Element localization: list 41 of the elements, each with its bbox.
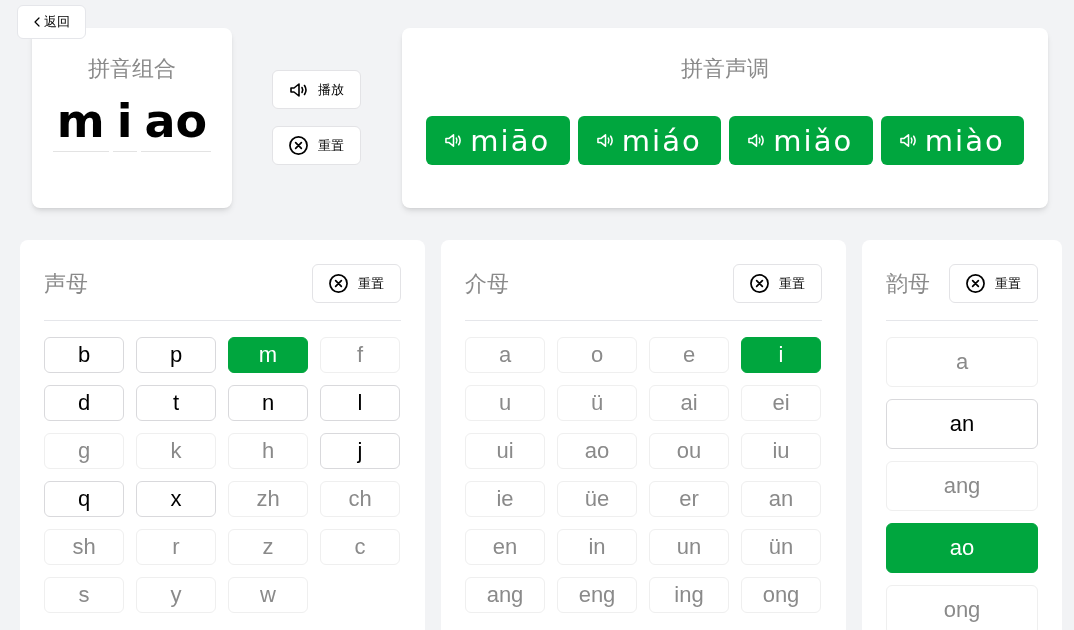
pinyin-segment: m [52, 95, 109, 152]
tone-button[interactable]: miáo [577, 116, 721, 165]
tone-button[interactable]: miào [880, 116, 1024, 165]
pinyin-segment: i [112, 95, 137, 152]
reset-button[interactable]: 重置 [312, 264, 401, 303]
close-circle-icon [329, 274, 348, 293]
pinyin-key[interactable]: m [228, 337, 308, 373]
reset-button[interactable]: 重置 [272, 126, 361, 165]
pinyin-key[interactable]: l [320, 385, 400, 421]
pinyin-segment: ao [140, 95, 212, 152]
card-title: 拼音组合 [88, 55, 176, 83]
pinyin-key[interactable]: an [886, 399, 1038, 449]
speaker-icon [445, 134, 463, 147]
pinyin-key[interactable]: i [741, 337, 821, 373]
pinyin-key[interactable]: b [44, 337, 124, 373]
speaker-icon [289, 82, 308, 97]
speaker-icon [899, 134, 917, 147]
pinyin-key[interactable]: p [136, 337, 216, 373]
pinyin-key[interactable]: t [136, 385, 216, 421]
close-circle-icon [966, 274, 985, 293]
pinyin-key[interactable]: j [320, 433, 400, 469]
panel-title: 声母 [44, 269, 88, 298]
pinyin-key[interactable]: ao [886, 523, 1038, 573]
chevron-left-icon [33, 17, 40, 27]
close-circle-icon [289, 136, 308, 155]
speaker-icon [596, 134, 614, 147]
panel-title: 介母 [465, 269, 509, 298]
pinyin-key[interactable]: x [136, 481, 216, 517]
back-button[interactable]: 返回 [17, 5, 86, 39]
close-circle-icon [750, 274, 769, 293]
pinyin-key[interactable]: q [44, 481, 124, 517]
tone-button[interactable]: miāo [426, 116, 570, 165]
reset-button[interactable]: 重置 [733, 264, 822, 303]
tone-button[interactable]: miǎo [729, 116, 873, 165]
speaker-icon [748, 134, 766, 147]
pinyin-key[interactable]: n [228, 385, 308, 421]
card-title: 拼音声调 [681, 55, 769, 83]
play-button[interactable]: 播放 [272, 70, 361, 109]
reset-button[interactable]: 重置 [949, 264, 1038, 303]
panel-title: 韵母 [886, 269, 930, 298]
pinyin-key[interactable]: d [44, 385, 124, 421]
